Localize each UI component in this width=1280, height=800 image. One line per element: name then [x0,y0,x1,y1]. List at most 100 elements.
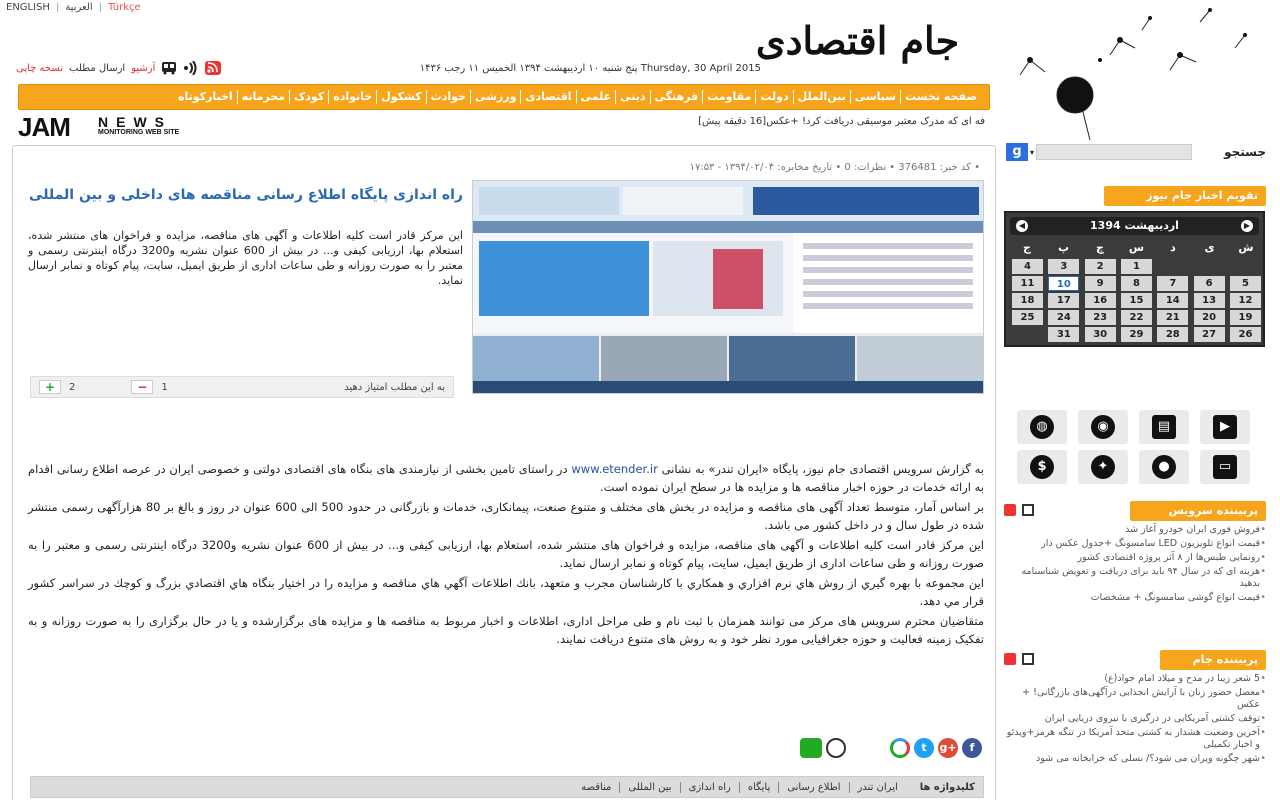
bus-icon[interactable] [161,61,177,75]
calendar-day[interactable]: 17 [1048,293,1080,308]
tag-link[interactable]: راه اندازی [679,781,739,793]
calendar-day[interactable]: 7 [1157,276,1189,291]
nav-item[interactable]: سیاسی [849,90,900,104]
news-list-item[interactable]: هزینه ای که در سال ۹۴ باید برای دریافت و… [1004,566,1266,592]
facebook-icon[interactable]: f [962,738,982,758]
document-icon[interactable]: ▭ [1200,450,1250,484]
share-icon[interactable] [1022,504,1034,516]
nav-item[interactable]: صفحه نخست [900,90,981,104]
calendar-day[interactable]: 9 [1084,276,1116,291]
news-list-item[interactable]: قیمت انواع تلویزیون LED سامسونگ +جدول عک… [1004,538,1266,552]
calendar-day[interactable]: 5 [1229,276,1261,291]
calendar-day[interactable]: 25 [1012,310,1043,325]
nav-item[interactable]: دینی [615,90,649,104]
tag-link[interactable]: مناقصه [573,782,619,793]
nav-item[interactable]: فرهنگی [649,90,703,104]
news-list-item[interactable]: فروش فوری ایران خودرو آغاز شد [1004,524,1266,538]
jamnews-brand[interactable]: JAM NEWS MONITORING WEB SITE [18,112,218,142]
calendar-day[interactable]: 3 [1048,259,1080,274]
calendar-day[interactable]: 26 [1229,327,1261,342]
news-list-item[interactable]: 5 شعر زیبا در مدح و میلاد امام جواد(ع) [1004,673,1266,687]
send-link[interactable]: ارسال مطلب [69,63,125,74]
nav-item[interactable]: خانواده [328,90,376,104]
news-list-item[interactable]: شهر چگونه ویران می شود؟/ نسلی که خرابخان… [1004,753,1266,767]
news-list-item[interactable]: معصل حضور زنان با آرایش انجذابی درآگهی‌ه… [1004,687,1266,713]
nav-item[interactable]: اخبارکوتاه [174,90,237,104]
calendar-day[interactable]: 2 [1084,259,1116,274]
rss-icon[interactable] [205,61,222,75]
news-list-item[interactable]: آخرین وضعیت هشدار به کشتی متحد آمریکا در… [1004,727,1266,753]
calendar-day[interactable]: 11 [1012,276,1043,291]
calendar-day[interactable]: 28 [1157,327,1189,342]
calendar-day[interactable]: 13 [1193,293,1225,308]
calendar-day[interactable]: 24 [1048,310,1080,325]
next-month-icon[interactable]: ▶ [1241,220,1253,232]
calendar-day[interactable]: 6 [1193,276,1225,291]
google-plus-icon[interactable]: g+ [938,738,958,758]
calendar-day[interactable]: 10 [1048,276,1080,291]
twitter-icon[interactable]: t [914,738,934,758]
nav-item[interactable]: حوادث [425,90,470,104]
nav-item[interactable]: کودک [289,90,328,104]
smiley-icon[interactable] [826,738,846,758]
tag-link[interactable]: پایگاه [738,781,778,793]
camera-icon[interactable]: ◉ [1078,410,1128,444]
etender-link[interactable]: www.etender.ir [571,462,657,476]
share-icon[interactable] [1022,653,1034,665]
nav-item[interactable]: اقتصادی [520,90,575,104]
google-icon[interactable]: g [1006,143,1028,161]
video-icon[interactable]: ▶ [1200,410,1250,444]
calendar-day[interactable]: 18 [1012,293,1043,308]
news-list-item[interactable]: قیمت انواع گوشی سامسونگ + مشخصات [1004,592,1266,606]
share-circle-icon[interactable] [890,738,910,758]
lang-turkish[interactable]: Türkçe [108,2,141,13]
calendar-day[interactable]: 21 [1157,310,1189,325]
calendar-day[interactable]: 15 [1120,293,1152,308]
infinity-icon[interactable] [800,738,822,758]
calendar-day[interactable]: 31 [1048,327,1080,342]
nav-item[interactable]: دولت [755,90,792,104]
calendar-day[interactable]: 20 [1193,310,1225,325]
rss-icon[interactable] [1004,653,1016,665]
lang-arabic[interactable]: العربية [65,2,92,13]
calendar-day[interactable]: 29 [1120,327,1152,342]
calendar-day[interactable]: 22 [1120,310,1152,325]
calendar-day[interactable]: 14 [1157,293,1189,308]
calendar-day[interactable]: 23 [1084,310,1116,325]
sports-icon[interactable]: ✦ [1078,450,1128,484]
price-tag-icon[interactable]: $ [1017,450,1067,484]
nav-item[interactable]: ورزشی [469,90,520,104]
nav-item[interactable]: علمی [575,90,616,104]
nav-item[interactable]: مقاومت [702,90,755,104]
print-link[interactable]: نسخه چاپی [16,63,63,74]
calendar-day[interactable]: 30 [1084,327,1116,342]
nav-item[interactable]: کشکول [376,90,425,104]
search-input[interactable] [1036,144,1192,160]
nav-item[interactable]: محرمانه [236,90,289,104]
site-logo[interactable]: جام اقتصادی [720,18,995,64]
podcast-icon[interactable] [183,61,199,75]
tag-link[interactable]: ایران تندر [848,781,906,793]
chevron-down-icon[interactable]: ▾ [1028,148,1036,157]
calendar-day[interactable]: 8 [1120,276,1152,291]
rss-feed-icon[interactable]: ◍ [1017,410,1067,444]
folder-icon[interactable]: ▤ [1139,410,1189,444]
rss-icon[interactable] [1004,504,1016,516]
news-ticker[interactable]: فه ای که مدرک معتبر موسیقی دریافت کرد! +… [420,116,985,127]
nav-item[interactable]: بین‌الملل [792,90,850,104]
football-icon[interactable]: ● [1139,450,1189,484]
calendar-day[interactable]: 16 [1084,293,1116,308]
tag-link[interactable]: بین المللی [619,781,679,793]
calendar-day[interactable]: 1 [1120,259,1152,274]
calendar-day[interactable]: 4 [1012,259,1043,274]
calendar-day[interactable]: 27 [1193,327,1225,342]
rate-plus-button[interactable]: + [39,380,61,394]
calendar-day[interactable]: 12 [1229,293,1261,308]
news-list-item[interactable]: توقف کشتی آمریکایی در درگیری با نیروی در… [1004,713,1266,727]
prev-month-icon[interactable]: ◀ [1016,220,1028,232]
calendar-day[interactable]: 19 [1229,310,1261,325]
tag-link[interactable]: اطلاع رسانی [778,781,848,793]
rate-minus-button[interactable]: − [131,380,154,394]
lang-english[interactable]: ENGLISH [6,2,50,13]
archive-link[interactable]: آرشیو [131,63,155,74]
